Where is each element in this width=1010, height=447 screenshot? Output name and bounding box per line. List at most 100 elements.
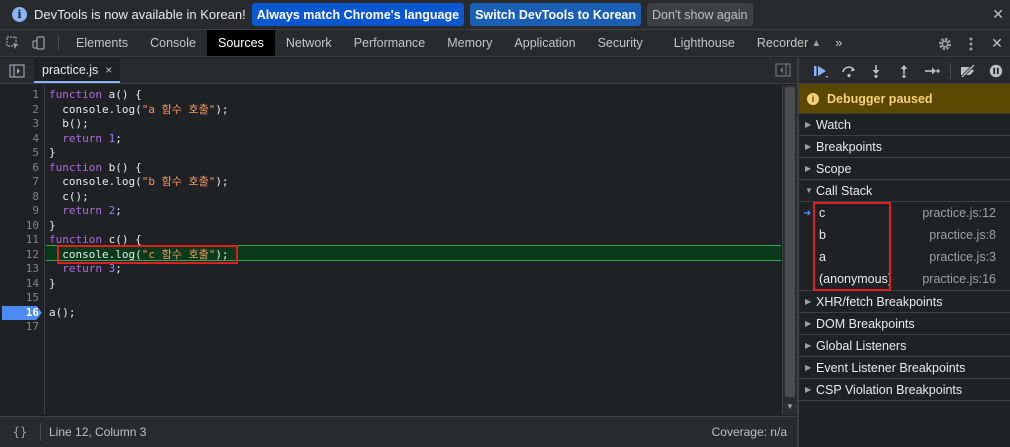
section-dom-breakpoints[interactable]: ▶ DOM Breakpoints: [799, 313, 1010, 335]
line-number[interactable]: 15: [0, 291, 42, 306]
gear-icon[interactable]: [932, 37, 958, 51]
tab-memory[interactable]: Memory: [436, 30, 503, 56]
line-number[interactable]: 10: [0, 219, 42, 234]
breakpoint-marker[interactable]: 16: [2, 305, 42, 320]
chevron-right-icon: ▶: [805, 164, 812, 173]
chevron-right-icon: ▶: [805, 363, 812, 372]
tab-console[interactable]: Console: [139, 30, 207, 56]
section-csp-breakpoints[interactable]: ▶ CSP Violation Breakpoints: [799, 379, 1010, 401]
line-number[interactable]: 2: [0, 103, 42, 118]
code-line: function b() {: [49, 160, 142, 174]
deactivate-breakpoints-icon[interactable]: [955, 63, 983, 78]
pretty-print-button[interactable]: {}: [0, 425, 40, 439]
line-number[interactable]: 4: [0, 132, 42, 147]
line-number[interactable]: 13: [0, 262, 42, 277]
file-tab-practice-js[interactable]: practice.js ×: [34, 58, 121, 83]
code-editor[interactable]: 1 2 3 4 5 6 7 8 9 10 11 12 13 14 15 16 1…: [0, 85, 797, 415]
step-icon[interactable]: [918, 64, 946, 78]
frame-location[interactable]: practice.js:3: [929, 250, 996, 264]
language-infobar: i DevTools is now available in Korean! A…: [0, 0, 1010, 30]
tab-performance[interactable]: Performance: [343, 30, 437, 56]
dont-show-again-button[interactable]: Don't show again: [646, 3, 753, 26]
chevron-right-icon: ▶: [805, 385, 812, 394]
section-call-stack[interactable]: ▼ Call Stack: [799, 180, 1010, 202]
section-label: Breakpoints: [816, 139, 883, 154]
section-breakpoints[interactable]: ▶ Breakpoints: [799, 136, 1010, 158]
section-label: Call Stack: [816, 183, 873, 198]
frame-location[interactable]: practice.js:12: [922, 206, 996, 220]
toolbar-divider: [949, 62, 951, 79]
toggle-navigator-icon[interactable]: [0, 58, 34, 83]
scroll-down-icon[interactable]: ▼: [786, 402, 794, 411]
toggle-debugger-icon[interactable]: [775, 63, 791, 80]
switch-to-korean-button[interactable]: Switch DevTools to Korean: [470, 3, 641, 26]
info-icon: i: [12, 7, 27, 22]
close-icon[interactable]: ×: [105, 63, 112, 77]
editor-tabbar: practice.js ×: [0, 58, 797, 84]
section-watch[interactable]: ▶ Watch: [799, 114, 1010, 136]
code-line: return 1;: [62, 131, 122, 145]
code-line: return 3;: [62, 262, 122, 275]
section-global-listeners[interactable]: ▶ Global Listeners: [799, 335, 1010, 357]
chevron-right-icon: ▶: [805, 319, 812, 328]
line-number[interactable]: 1: [0, 88, 42, 103]
tab-elements[interactable]: Elements: [65, 30, 139, 56]
inspect-element-icon[interactable]: [0, 30, 26, 56]
section-xhr-breakpoints[interactable]: ▶ XHR/fetch Breakpoints: [799, 291, 1010, 313]
line-number[interactable]: 7: [0, 175, 42, 190]
step-out-icon[interactable]: [890, 64, 918, 78]
section-label: DOM Breakpoints: [816, 316, 915, 331]
chevron-right-icon: ▶: [805, 341, 812, 350]
section-label: Global Listeners: [816, 338, 907, 353]
line-number[interactable]: 9: [0, 204, 42, 219]
line-number[interactable]: 12: [0, 248, 42, 263]
frame-location[interactable]: practice.js:16: [922, 272, 996, 286]
section-label: Watch: [816, 117, 851, 132]
chevron-down-icon: ▼: [805, 186, 813, 195]
kebab-menu-icon[interactable]: [958, 37, 984, 51]
code-line: console.log("b 함수 호출");: [49, 175, 229, 188]
device-toolbar-icon[interactable]: [26, 30, 52, 56]
line-number[interactable]: 8: [0, 190, 42, 205]
experiment-flask-icon: ▲: [811, 37, 822, 49]
line-number[interactable]: 17: [0, 320, 42, 335]
info-icon: i: [807, 92, 819, 105]
line-number[interactable]: 11: [0, 233, 42, 248]
line-gutter[interactable]: 1 2 3 4 5 6 7 8 9 10 11 12 13 14 15 16 1…: [0, 85, 45, 415]
editor-scrollbar[interactable]: ▼: [782, 85, 797, 415]
code-line: function a() {: [49, 88, 142, 101]
close-icon[interactable]: ✕: [992, 6, 1004, 23]
tab-lighthouse[interactable]: Lighthouse: [654, 30, 746, 56]
file-tab-label: practice.js: [42, 62, 99, 77]
tab-recorder[interactable]: Recorder ▲: [746, 30, 825, 56]
tab-sources[interactable]: Sources: [206, 30, 275, 56]
tab-security[interactable]: Security: [587, 30, 654, 56]
code-line: }: [49, 218, 56, 232]
step-over-icon[interactable]: [835, 64, 863, 78]
line-number[interactable]: 5: [0, 146, 42, 161]
code-line: console.log("a 함수 호출");: [49, 102, 229, 116]
toolbar-right: ✕: [919, 30, 1010, 57]
chevron-right-icon: ▶: [805, 297, 812, 306]
pause-on-exceptions-icon[interactable]: [982, 64, 1010, 78]
toolbar-divider: [58, 36, 59, 50]
close-devtools-icon[interactable]: ✕: [984, 35, 1010, 52]
step-into-icon[interactable]: [862, 64, 890, 78]
chevron-right-icon: ▶: [805, 120, 812, 129]
frame-location[interactable]: practice.js:8: [929, 228, 996, 242]
scrollbar-thumb[interactable]: [785, 87, 795, 397]
tab-network[interactable]: Network: [275, 30, 343, 56]
status-divider: [40, 423, 41, 441]
line-number[interactable]: 6: [0, 161, 42, 176]
section-label: Event Listener Breakpoints: [816, 360, 966, 375]
section-event-listener-breakpoints[interactable]: ▶ Event Listener Breakpoints: [799, 357, 1010, 379]
section-scope[interactable]: ▶ Scope: [799, 158, 1010, 180]
line-number[interactable]: 14: [0, 277, 42, 292]
more-tabs-button[interactable]: »: [825, 30, 852, 56]
always-match-language-button[interactable]: Always match Chrome's language: [251, 3, 465, 26]
section-label: CSP Violation Breakpoints: [816, 382, 963, 397]
tab-application[interactable]: Application: [503, 30, 586, 56]
resume-icon[interactable]: [807, 64, 835, 78]
line-number[interactable]: 3: [0, 117, 42, 132]
coverage-status: Coverage: n/a: [711, 425, 787, 439]
